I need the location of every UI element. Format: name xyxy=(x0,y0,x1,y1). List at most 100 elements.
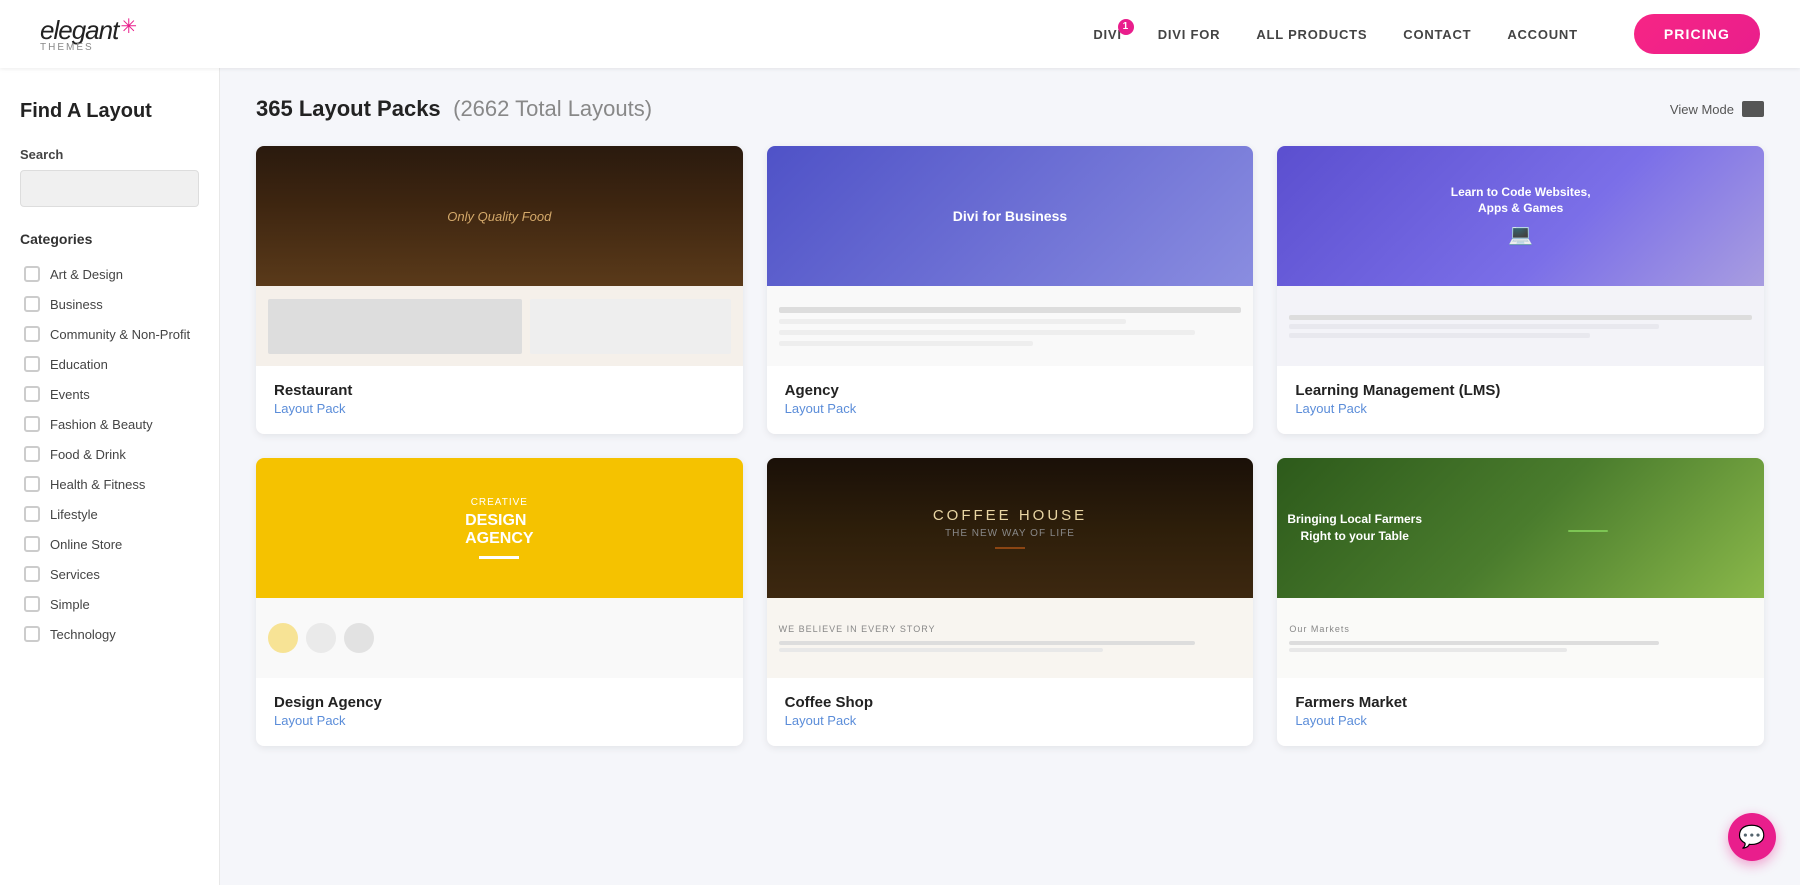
packs-title: 365 Layout Packs xyxy=(256,96,441,121)
logo-wordmark: elegant ✳ themes xyxy=(40,15,137,53)
card-image-bottom-coffee-shop: WE BELIEVE IN EVERY STORY xyxy=(767,598,1254,678)
category-checkbox-health-fitness[interactable] xyxy=(24,476,40,492)
card-info-restaurant: Restaurant Layout Pack xyxy=(256,366,743,434)
category-checkbox-services[interactable] xyxy=(24,566,40,582)
card-image-bottom-agency xyxy=(767,286,1254,366)
category-label-simple: Simple xyxy=(50,597,90,612)
layout-count-area: 365 Layout Packs (2662 Total Layouts) xyxy=(256,96,652,122)
card-type-farmers-market: Layout Pack xyxy=(1295,713,1746,728)
category-label-health-fitness: Health & Fitness xyxy=(50,477,145,492)
category-checkbox-education[interactable] xyxy=(24,356,40,372)
page-body: Find A Layout Search Categories Art & De… xyxy=(0,68,1800,885)
category-label-food-drink: Food & Drink xyxy=(50,447,126,462)
search-label: Search xyxy=(20,147,199,162)
sidebar-item-simple[interactable]: Simple xyxy=(20,589,199,619)
category-checkbox-art-design[interactable] xyxy=(24,266,40,282)
card-image-top-design-agency: CREATIVE DESIGNAGENCY xyxy=(256,458,743,598)
category-label-business: Business xyxy=(50,297,103,312)
category-label-education: Education xyxy=(50,357,108,372)
view-mode-label: View Mode xyxy=(1670,102,1734,117)
category-checkbox-events[interactable] xyxy=(24,386,40,402)
chat-icon: 💬 xyxy=(1738,824,1765,850)
card-lms[interactable]: Learn to Code Websites,Apps & Games 💻 Le… xyxy=(1277,146,1764,434)
card-name-agency: Agency xyxy=(785,382,1236,399)
sidebar-item-services[interactable]: Services xyxy=(20,559,199,589)
nav-all-products[interactable]: ALL PRODUCTS xyxy=(1256,27,1367,42)
sidebar-item-business[interactable]: Business xyxy=(20,289,199,319)
card-image-top-coffee-shop: COFFEE HOUSE The New Way Of Life xyxy=(767,458,1254,598)
search-input[interactable] xyxy=(20,170,199,207)
card-type-agency: Layout Pack xyxy=(785,401,1236,416)
category-checkbox-lifestyle[interactable] xyxy=(24,506,40,522)
category-checkbox-community[interactable] xyxy=(24,326,40,342)
sidebar-item-education[interactable]: Education xyxy=(20,349,199,379)
sidebar-item-technology[interactable]: Technology xyxy=(20,619,199,649)
card-info-design-agency: Design Agency Layout Pack xyxy=(256,678,743,746)
categories-title: Categories xyxy=(20,231,199,247)
total-layouts: (2662 Total Layouts) xyxy=(453,96,652,121)
card-info-coffee-shop: Coffee Shop Layout Pack xyxy=(767,678,1254,746)
sidebar-item-fashion-beauty[interactable]: Fashion & Beauty xyxy=(20,409,199,439)
sidebar-item-lifestyle[interactable]: Lifestyle xyxy=(20,499,199,529)
nav-divi-for[interactable]: DIVI FOR xyxy=(1158,27,1221,42)
card-type-coffee-shop: Layout Pack xyxy=(785,713,1236,728)
sidebar-title: Find A Layout xyxy=(20,100,199,123)
card-image-bottom-design-agency xyxy=(256,598,743,678)
card-name-coffee-shop: Coffee Shop xyxy=(785,694,1236,711)
category-label-lifestyle: Lifestyle xyxy=(50,507,98,522)
card-image-design-agency: CREATIVE DESIGNAGENCY xyxy=(256,458,743,678)
divi-badge: 1 xyxy=(1118,19,1134,35)
category-checkbox-food-drink[interactable] xyxy=(24,446,40,462)
card-image-top-restaurant: Only Quality Food xyxy=(256,146,743,286)
card-info-farmers-market: Farmers Market Layout Pack xyxy=(1277,678,1764,746)
card-image-lms: Learn to Code Websites,Apps & Games 💻 xyxy=(1277,146,1764,366)
view-mode[interactable]: View Mode xyxy=(1670,101,1764,117)
sidebar-item-food-drink[interactable]: Food & Drink xyxy=(20,439,199,469)
category-label-online-store: Online Store xyxy=(50,537,122,552)
card-farmers-market[interactable]: Bringing Local FarmersRight to your Tabl… xyxy=(1277,458,1764,746)
card-image-top-agency: Divi for Business xyxy=(767,146,1254,286)
categories-list: Art & Design Business Community & Non-Pr… xyxy=(20,259,199,649)
card-type-design-agency: Layout Pack xyxy=(274,713,725,728)
sidebar-item-events[interactable]: Events xyxy=(20,379,199,409)
category-checkbox-fashion-beauty[interactable] xyxy=(24,416,40,432)
card-agency[interactable]: Divi for Business Agency Layout Pack xyxy=(767,146,1254,434)
card-type-restaurant: Layout Pack xyxy=(274,401,725,416)
sidebar-item-health-fitness[interactable]: Health & Fitness xyxy=(20,469,199,499)
card-image-coffee-shop: COFFEE HOUSE The New Way Of Life WE BELI… xyxy=(767,458,1254,678)
category-label-community: Community & Non-Profit xyxy=(50,327,190,342)
card-image-bottom-restaurant xyxy=(256,286,743,366)
category-checkbox-simple[interactable] xyxy=(24,596,40,612)
card-name-farmers-market: Farmers Market xyxy=(1295,694,1746,711)
header: elegant ✳ themes DIVI 1 DIVI FOR ALL PRO… xyxy=(0,0,1800,68)
nav-account[interactable]: ACCOUNT xyxy=(1507,27,1577,42)
pricing-button[interactable]: PRICING xyxy=(1634,14,1760,54)
sidebar-item-community[interactable]: Community & Non-Profit xyxy=(20,319,199,349)
card-design-agency[interactable]: CREATIVE DESIGNAGENCY Design Agency Layo… xyxy=(256,458,743,746)
card-image-farmers-market: Bringing Local FarmersRight to your Tabl… xyxy=(1277,458,1764,678)
card-restaurant[interactable]: Only Quality Food Restaurant Layout Pack xyxy=(256,146,743,434)
category-checkbox-online-store[interactable] xyxy=(24,536,40,552)
category-label-fashion-beauty: Fashion & Beauty xyxy=(50,417,153,432)
logo[interactable]: elegant ✳ themes xyxy=(40,15,137,53)
main-content: 365 Layout Packs (2662 Total Layouts) Vi… xyxy=(220,68,1800,885)
view-mode-icon xyxy=(1742,101,1764,117)
card-coffee-shop[interactable]: COFFEE HOUSE The New Way Of Life WE BELI… xyxy=(767,458,1254,746)
sidebar-item-online-store[interactable]: Online Store xyxy=(20,529,199,559)
category-checkbox-technology[interactable] xyxy=(24,626,40,642)
card-info-lms: Learning Management (LMS) Layout Pack xyxy=(1277,366,1764,434)
card-image-restaurant: Only Quality Food xyxy=(256,146,743,366)
nav-divi[interactable]: DIVI 1 xyxy=(1093,27,1121,42)
card-image-top-lms: Learn to Code Websites,Apps & Games 💻 xyxy=(1277,146,1764,286)
card-image-bottom-farmers-market: Our Markets xyxy=(1277,598,1764,678)
sidebar-item-art-design[interactable]: Art & Design xyxy=(20,259,199,289)
category-label-services: Services xyxy=(50,567,100,582)
chat-bubble[interactable]: 💬 xyxy=(1728,813,1776,861)
sidebar: Find A Layout Search Categories Art & De… xyxy=(0,68,220,885)
nav-contact[interactable]: CONTACT xyxy=(1403,27,1471,42)
card-image-bottom-lms xyxy=(1277,286,1764,366)
card-type-lms: Layout Pack xyxy=(1295,401,1746,416)
category-label-technology: Technology xyxy=(50,627,116,642)
main-header: 365 Layout Packs (2662 Total Layouts) Vi… xyxy=(256,96,1764,122)
category-checkbox-business[interactable] xyxy=(24,296,40,312)
